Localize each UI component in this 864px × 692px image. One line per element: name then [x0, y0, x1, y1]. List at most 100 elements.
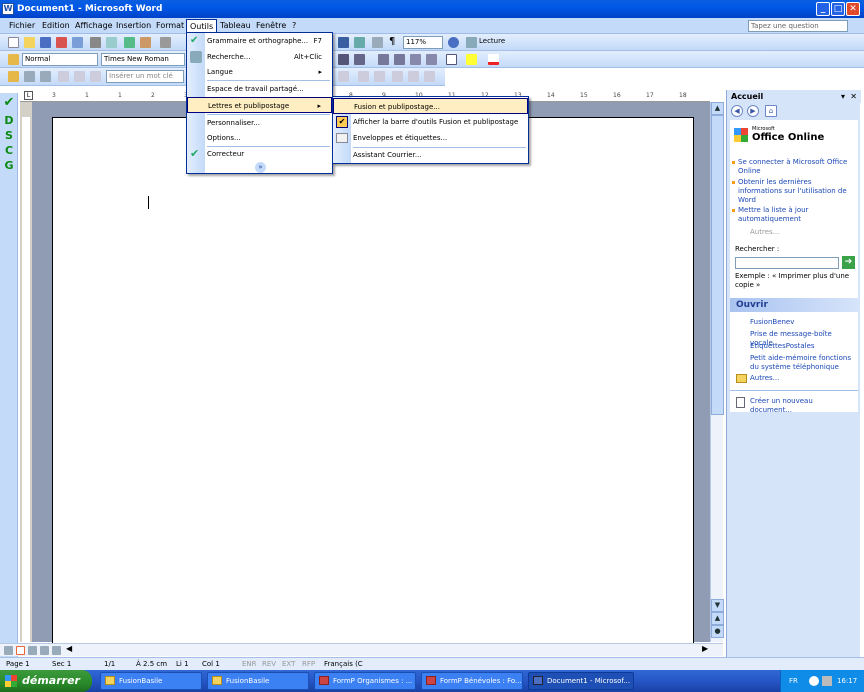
toolbar3-icon-c[interactable] — [58, 71, 69, 82]
menu-item-correcteur[interactable]: Correcteur — [187, 146, 332, 162]
toolbar3-icon-g[interactable] — [358, 71, 369, 82]
toolbar3-icon-j[interactable] — [408, 71, 419, 82]
recent-file-3[interactable]: EtiquettesPostales — [750, 342, 856, 351]
reading-button[interactable]: Lecture — [479, 37, 505, 45]
normal-view-icon[interactable] — [4, 646, 13, 655]
document-page[interactable] — [52, 117, 694, 647]
reading-icon[interactable] — [466, 37, 477, 48]
toolbar3-icon-b[interactable] — [40, 71, 51, 82]
checkmark-icon[interactable]: ✔ — [3, 95, 15, 110]
menu-outils[interactable]: Outils — [186, 19, 218, 33]
menu-insertion[interactable]: Insertion — [113, 19, 154, 33]
menu-item-letters-mailings[interactable]: Lettres et publipostage ▸ — [187, 97, 332, 113]
vertical-scrollbar[interactable]: ▲ ▼ ▲ ● — [710, 102, 724, 642]
reading-view-icon[interactable] — [52, 646, 61, 655]
research-icon[interactable] — [140, 37, 151, 48]
menu-tableau[interactable]: Tableau — [217, 19, 254, 33]
decrease-indent-icon[interactable] — [410, 54, 421, 65]
style-select[interactable]: Normal — [22, 53, 98, 66]
menu-fichier[interactable]: Fichier — [6, 19, 38, 33]
dscg-letter-g[interactable]: G — [3, 159, 15, 172]
status-language[interactable]: Français (C — [324, 658, 363, 670]
menu-format[interactable]: Format — [153, 19, 187, 33]
submenu-show-toolbar[interactable]: Afficher la barre d'outils Fusion et pub… — [333, 114, 528, 130]
menu-item-language[interactable]: Langue ▸ — [187, 64, 332, 80]
dscg-letter-s[interactable]: S — [3, 129, 15, 142]
print-layout-icon[interactable] — [16, 646, 25, 655]
scroll-down-button[interactable]: ▼ — [711, 599, 724, 612]
prev-page-icon[interactable]: ▲ — [711, 612, 724, 625]
tab-selector[interactable]: L — [24, 91, 33, 100]
clock[interactable]: 16:17 — [837, 670, 857, 692]
menu-edition[interactable]: Edition — [39, 19, 73, 33]
task-pane-close-icon[interactable]: ✕ — [850, 90, 857, 103]
search-go-icon[interactable]: ➔ — [842, 256, 855, 269]
menu-affichage[interactable]: Affichage — [72, 19, 116, 33]
scroll-right-button[interactable]: ▶ — [702, 644, 708, 653]
forward-icon[interactable]: ▶ — [747, 105, 759, 117]
email-icon[interactable] — [72, 37, 83, 48]
menu-item-shared-workspace[interactable]: Espace de travail partagé... — [187, 81, 332, 97]
columns-icon[interactable] — [354, 37, 365, 48]
autotext-icon[interactable] — [8, 71, 19, 82]
numbering-icon[interactable] — [378, 54, 389, 65]
toolbar3-icon-h[interactable] — [374, 71, 385, 82]
task-formp-benevoles[interactable]: FormP Bénévoles : Fo... — [421, 672, 523, 690]
status-rfp[interactable]: RFP — [302, 658, 315, 670]
align-justify-icon[interactable] — [338, 54, 349, 65]
recent-file-1[interactable]: FusionBenev — [750, 318, 856, 327]
horizontal-scrollbar[interactable]: ◀ ▶ — [0, 643, 723, 656]
dscg-letter-c[interactable]: C — [3, 144, 15, 157]
menu-item-grammar[interactable]: Grammaire et orthographe... F7 — [187, 33, 332, 49]
font-color-icon[interactable] — [488, 54, 499, 65]
toolbar3-icon-e[interactable] — [90, 71, 101, 82]
menu-item-options[interactable]: Options... — [187, 130, 332, 146]
open-icon[interactable] — [24, 37, 35, 48]
submenu-envelopes[interactable]: Enveloppes et étiquettes... — [333, 130, 528, 146]
pilcrow-icon[interactable]: ¶ — [389, 36, 395, 47]
status-ext[interactable]: EXT — [282, 658, 295, 670]
save-icon[interactable] — [40, 37, 51, 48]
task-fusionbasile-1[interactable]: FusionBasile — [100, 672, 202, 690]
scroll-left-button[interactable]: ◀ — [66, 644, 72, 653]
outline-view-icon[interactable] — [40, 646, 49, 655]
toolbar3-icon-a[interactable] — [24, 71, 35, 82]
styles-icon[interactable] — [8, 54, 19, 65]
expand-menu-icon[interactable]: » — [255, 162, 266, 173]
browse-object-icon[interactable]: ● — [711, 625, 724, 638]
status-enr[interactable]: ENR — [242, 658, 257, 670]
table-icon[interactable] — [338, 37, 349, 48]
tray-network-icon[interactable] — [809, 676, 819, 686]
back-icon[interactable]: ◀ — [731, 105, 743, 117]
start-button[interactable]: démarrer — [0, 670, 92, 692]
preview-icon[interactable] — [106, 37, 117, 48]
task-pane-menu-icon[interactable]: ▾ — [841, 90, 845, 103]
line-spacing-icon[interactable] — [354, 54, 365, 65]
dscg-letter-d[interactable]: D — [3, 114, 15, 127]
create-new-link[interactable]: Créer un nouveau document... — [750, 397, 856, 415]
language-indicator[interactable]: FR — [789, 670, 798, 692]
close-button[interactable]: ✕ — [846, 2, 860, 16]
status-rev[interactable]: REV — [262, 658, 276, 670]
scroll-up-button[interactable]: ▲ — [711, 102, 724, 115]
word-app-icon[interactable]: W — [2, 3, 14, 15]
task-fusionbasile-2[interactable]: FusionBasile — [207, 672, 309, 690]
submenu-mail-merge[interactable]: Fusion et publipostage... — [333, 98, 528, 114]
border-icon[interactable] — [446, 54, 457, 65]
task-formp-organismes[interactable]: FormP Organismes : ... — [314, 672, 416, 690]
search-input[interactable] — [735, 257, 839, 269]
permission-icon[interactable] — [56, 37, 67, 48]
ask-question-input[interactable]: Tapez une question — [748, 20, 848, 32]
maximize-button[interactable]: □ — [831, 2, 845, 16]
help-icon[interactable] — [448, 37, 459, 48]
menu-help[interactable]: ? — [289, 19, 299, 33]
link-update[interactable]: Mettre la liste à jour automatiquement — [732, 206, 854, 224]
recent-file-4[interactable]: Petit aide-mémoire fonctions du système … — [750, 354, 856, 372]
task-document1[interactable]: Document1 - Microsof... — [528, 672, 634, 690]
menu-fenetre[interactable]: Fenêtre — [253, 19, 289, 33]
open-more-link[interactable]: Autres... — [750, 374, 856, 383]
menu-item-customize[interactable]: Personnaliser... — [187, 115, 332, 131]
spelling-icon[interactable] — [124, 37, 135, 48]
font-select[interactable]: Times New Roman — [101, 53, 185, 66]
link-connect[interactable]: Se connecter à Microsoft Office Online — [732, 158, 854, 176]
